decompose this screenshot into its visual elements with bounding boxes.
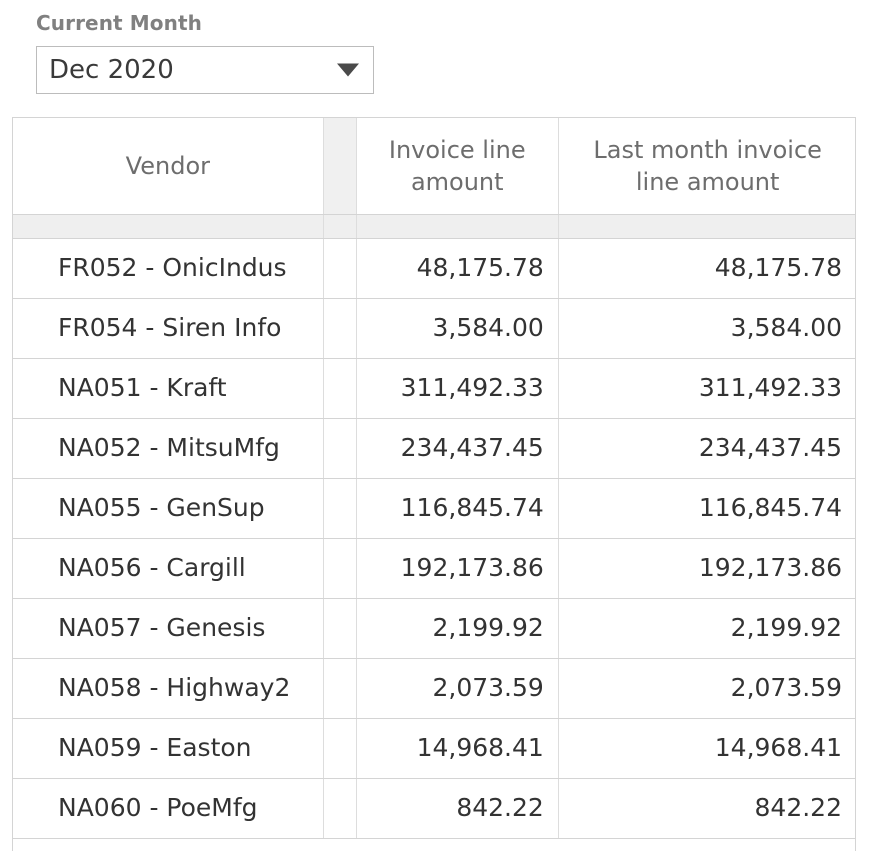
table-row[interactable]: NA058 - Highway2 2,073.592,073.59	[13, 658, 856, 718]
cell-invoice-line-amount: 2,199.92	[356, 598, 558, 658]
month-select-value: Dec 2020	[37, 55, 174, 85]
cell-last-month-invoice-line-amount: 48,175.78	[558, 238, 856, 298]
cell-vendor: FR052 - OnicIndus	[13, 238, 323, 298]
column-header-vendor[interactable]: Vendor	[13, 118, 323, 214]
column-header-last-month-invoice-line-amount[interactable]: Last month invoice line amount	[558, 118, 856, 214]
cell-spacer	[323, 598, 356, 658]
cell-last-month-invoice-line-amount: 842.22	[558, 778, 856, 838]
cell-vendor: NA057 - Genesis	[13, 598, 323, 658]
table-row[interactable]: NA059 - Easton 14,968.4114,968.41	[13, 718, 856, 778]
cell-spacer	[323, 778, 356, 838]
cell-invoice-line-amount: 14,968.41	[356, 718, 558, 778]
cell-invoice-line-amount: 192,173.86	[356, 538, 558, 598]
table-row[interactable]: NA052 - MitsuMfg 234,437.45234,437.45	[13, 418, 856, 478]
cell-spacer	[323, 298, 356, 358]
filter-strip-last-month-invoice-line-amount[interactable]	[558, 214, 856, 238]
cell-vendor: NA051 - Kraft	[13, 358, 323, 418]
cell-spacer	[323, 718, 356, 778]
table-row[interactable]: NA051 - Kraft 311,492.33311,492.33	[13, 358, 856, 418]
cell-invoice-line-amount: 842.22	[356, 778, 558, 838]
table-body: FR052 - OnicIndus48,175.7848,175.78FR054…	[13, 238, 856, 838]
cell-last-month-invoice-line-amount: 14,968.41	[558, 718, 856, 778]
column-header-spacer	[323, 118, 356, 214]
cell-last-month-invoice-line-amount: 3,584.00	[558, 298, 856, 358]
cell-last-month-invoice-line-amount: 234,437.45	[558, 418, 856, 478]
cell-invoice-line-amount: 116,845.74	[356, 478, 558, 538]
cell-last-month-invoice-line-amount: 2,199.92	[558, 598, 856, 658]
cell-invoice-line-amount: 48,175.78	[356, 238, 558, 298]
current-month-label: Current Month	[36, 10, 376, 36]
table-row[interactable]: NA056 - Cargill 192,173.86192,173.86	[13, 538, 856, 598]
cell-spacer	[323, 238, 356, 298]
cell-vendor: NA052 - MitsuMfg	[13, 418, 323, 478]
cell-invoice-line-amount: 311,492.33	[356, 358, 558, 418]
vendor-invoice-table: Vendor Invoice line amount Last month in…	[13, 118, 856, 839]
cell-last-month-invoice-line-amount: 2,073.59	[558, 658, 856, 718]
table-row[interactable]: FR054 - Siren Info 3,584.003,584.00	[13, 298, 856, 358]
cell-vendor: FR054 - Siren Info	[13, 298, 323, 358]
filter-strip-invoice-line-amount[interactable]	[356, 214, 558, 238]
cell-vendor: NA060 - PoeMfg	[13, 778, 323, 838]
cell-spacer	[323, 358, 356, 418]
table-header-row: Vendor Invoice line amount Last month in…	[13, 118, 856, 214]
month-select[interactable]: Dec 2020	[36, 46, 374, 94]
page-root: Current Month Dec 2020 Vendor Invoice li…	[0, 0, 869, 851]
cell-spacer	[323, 478, 356, 538]
cell-vendor: NA055 - GenSup	[13, 478, 323, 538]
table-row[interactable]: NA055 - GenSup 116,845.74116,845.74	[13, 478, 856, 538]
column-header-invoice-line-amount[interactable]: Invoice line amount	[356, 118, 558, 214]
cell-last-month-invoice-line-amount: 311,492.33	[558, 358, 856, 418]
table-header: Vendor Invoice line amount Last month in…	[13, 118, 856, 238]
filter-strip-spacer	[323, 214, 356, 238]
cell-last-month-invoice-line-amount: 116,845.74	[558, 478, 856, 538]
cell-invoice-line-amount: 234,437.45	[356, 418, 558, 478]
cell-vendor: NA059 - Easton	[13, 718, 323, 778]
table-row[interactable]: NA060 - PoeMfg 842.22842.22	[13, 778, 856, 838]
cell-invoice-line-amount: 2,073.59	[356, 658, 558, 718]
table-filter-strip-row	[13, 214, 856, 238]
table-row[interactable]: FR052 - OnicIndus 48,175.7848,175.78	[13, 238, 856, 298]
filter-strip-vendor[interactable]	[13, 214, 323, 238]
cell-vendor: NA058 - Highway2	[13, 658, 323, 718]
current-month-filter: Current Month Dec 2020	[36, 10, 376, 94]
cell-spacer	[323, 658, 356, 718]
chevron-down-icon	[337, 64, 359, 77]
vendor-invoice-grid: Vendor Invoice line amount Last month in…	[12, 117, 856, 851]
table-row[interactable]: NA057 - Genesis 2,199.922,199.92	[13, 598, 856, 658]
cell-spacer	[323, 418, 356, 478]
cell-spacer	[323, 538, 356, 598]
cell-invoice-line-amount: 3,584.00	[356, 298, 558, 358]
cell-last-month-invoice-line-amount: 192,173.86	[558, 538, 856, 598]
cell-vendor: NA056 - Cargill	[13, 538, 323, 598]
